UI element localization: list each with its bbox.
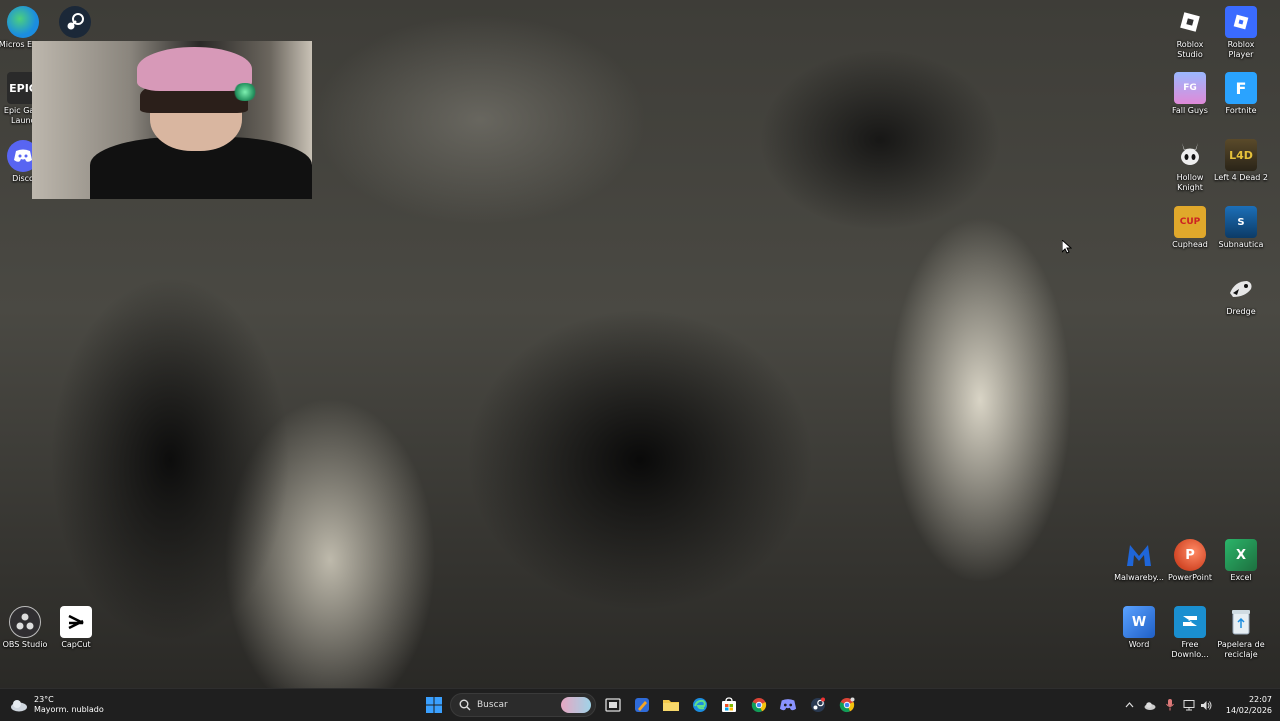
malwarebytes-icon [1123, 539, 1155, 571]
fortnite-icon: F [1225, 72, 1257, 104]
desktop-icon-steam[interactable] [48, 6, 102, 40]
microsoft-store-icon [722, 697, 736, 712]
weather-temp: 23°C [34, 695, 54, 704]
taskbar-paint[interactable] [630, 693, 654, 717]
desktop-icon-left-4-dead-2[interactable]: L4D Left 4 Dead 2 [1214, 139, 1268, 183]
windows-start-icon [426, 697, 442, 713]
taskbar-chrome[interactable] [747, 693, 771, 717]
weather-condition: Mayorm. nublado [34, 705, 104, 714]
obs-icon [9, 606, 41, 638]
cuphead-icon: CUP [1174, 206, 1206, 238]
desktop-icon-word[interactable]: W Word [1112, 606, 1166, 650]
tray-onedrive[interactable] [1140, 701, 1160, 710]
system-tray [1122, 693, 1214, 717]
desktop-icon-fortnite[interactable]: F Fortnite [1214, 72, 1268, 116]
desktop-icon-dredge[interactable]: Dredge [1214, 273, 1268, 317]
capcut-icon [60, 606, 92, 638]
desktop-icon-capcut[interactable]: CapCut [49, 606, 103, 650]
taskbar-file-explorer[interactable] [659, 693, 683, 717]
tray-volume[interactable] [1198, 700, 1214, 711]
powerpoint-icon: P [1174, 539, 1206, 571]
chrome-icon [751, 698, 767, 713]
taskbar-steam[interactable] [806, 693, 830, 717]
hollow-knight-icon [1174, 139, 1206, 171]
desktop-icon-roblox-studio[interactable]: Roblox Studio [1163, 6, 1217, 60]
search-highlight-image [561, 697, 591, 713]
taskbar-clock[interactable]: 22:07 14/02/2026 [1222, 694, 1272, 716]
clock-time: 22:07 [1248, 695, 1272, 704]
taskbar-discord[interactable] [776, 693, 800, 717]
task-view-icon [605, 698, 621, 712]
taskbar-task-view[interactable] [601, 693, 625, 717]
desktop-icon-roblox-player[interactable]: Roblox Player [1214, 6, 1268, 60]
word-icon: W [1123, 606, 1155, 638]
file-explorer-icon [663, 700, 679, 711]
speaker-icon [1201, 700, 1212, 710]
weather-cloud-icon [11, 700, 27, 712]
desktop-icon-hollow-knight[interactable]: Hollow Knight [1163, 139, 1217, 193]
free-download-icon [1174, 606, 1206, 638]
desktop-icon-powerpoint[interactable]: P PowerPoint [1163, 539, 1217, 583]
tray-network[interactable] [1180, 699, 1198, 711]
recycle-bin-icon [1225, 606, 1257, 638]
microphone-icon [1166, 699, 1174, 711]
roblox-studio-icon [1174, 6, 1206, 38]
fall-guys-icon: FG [1174, 72, 1206, 104]
edge-icon [693, 698, 707, 712]
webcam-overlay [32, 41, 312, 199]
roblox-player-icon [1225, 6, 1257, 38]
steam-icon [811, 697, 825, 712]
taskbar-microsoft-store[interactable] [717, 693, 741, 717]
search-placeholder: Buscar [477, 700, 508, 710]
dredge-icon [1225, 273, 1257, 305]
desktop-icon-malwarebytes[interactable]: Malwareby... [1112, 539, 1166, 583]
desktop-icon-excel[interactable]: X Excel [1214, 539, 1268, 583]
taskbar-search-box[interactable]: Buscar [450, 693, 596, 717]
chevron-up-icon [1125, 702, 1133, 708]
paint-icon [635, 698, 649, 712]
subnautica-icon: S [1225, 206, 1257, 238]
discord-icon [779, 699, 797, 711]
taskbar-edge[interactable] [688, 693, 712, 717]
search-icon [459, 699, 471, 711]
tray-microphone[interactable] [1160, 699, 1180, 711]
taskbar: 23°C Mayorm. nublado Buscar 22:07 14/02/… [0, 688, 1280, 721]
desktop-icon-fall-guys[interactable]: FG Fall Guys [1163, 72, 1217, 116]
start-button[interactable] [422, 693, 446, 717]
clock-date: 14/02/2026 [1225, 706, 1272, 715]
desktop-icon-obs-studio[interactable]: OBS Studio [0, 606, 52, 650]
desktop-icon-free-download[interactable]: Free Downlo... [1163, 606, 1217, 660]
show-hidden-icons-button[interactable] [1122, 702, 1136, 708]
chrome-alt-icon [839, 697, 855, 713]
edge-icon [7, 6, 39, 38]
desktop-icon-recycle-bin[interactable]: Papelera de reciclaje [1214, 606, 1268, 660]
desktop-icon-cuphead[interactable]: CUP Cuphead [1163, 206, 1217, 250]
left4dead2-icon: L4D [1225, 139, 1257, 171]
excel-icon: X [1225, 539, 1257, 571]
network-icon [1183, 699, 1195, 710]
steam-icon [59, 6, 91, 38]
desktop-icon-subnautica[interactable]: S Subnautica [1214, 206, 1268, 250]
weather-widget[interactable]: 23°C Mayorm. nublado [10, 693, 104, 717]
cloud-icon [1144, 701, 1156, 710]
taskbar-chrome-alt[interactable] [835, 693, 859, 717]
